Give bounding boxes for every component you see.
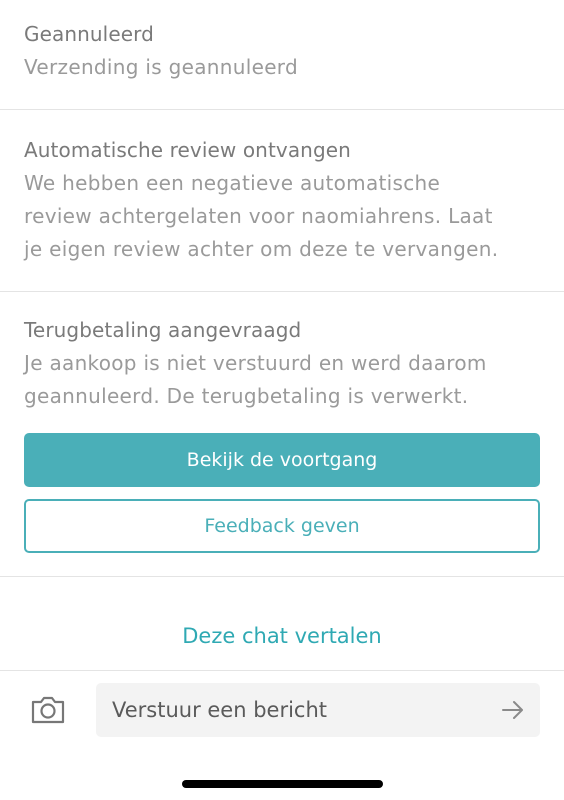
divider <box>0 109 564 110</box>
divider <box>0 670 564 671</box>
translate-chat-link[interactable]: Deze chat vertalen <box>0 616 564 656</box>
event-title: Terugbetaling aangevraagd <box>24 318 302 342</box>
message-input[interactable] <box>112 683 482 737</box>
event-title: Geannuleerd <box>24 22 154 46</box>
chat-screen: Geannuleerd Verzending is geannuleerd Au… <box>0 0 564 800</box>
divider <box>0 291 564 292</box>
divider <box>0 576 564 577</box>
event-body-line: geannuleerd. De terugbetaling is verwerk… <box>24 384 469 408</box>
event-body-line: We hebben een negatieve automatische <box>24 171 441 195</box>
event-refund-requested: Terugbetaling aangevraagd Je aankoop is … <box>0 314 564 413</box>
view-progress-button[interactable]: Bekijk de voortgang <box>24 433 540 487</box>
event-body-line: Verzending is geannuleerd <box>24 55 298 79</box>
event-auto-review: Automatische review ontvangen We hebben … <box>0 134 564 266</box>
message-composer <box>96 683 540 737</box>
camera-icon[interactable] <box>30 694 66 726</box>
event-title: Automatische review ontvangen <box>24 138 351 162</box>
event-body-line: review achtergelaten voor naomiahrens. L… <box>24 204 493 228</box>
give-feedback-button[interactable]: Feedback geven <box>24 499 540 553</box>
event-body-line: je eigen review achter om deze te vervan… <box>24 237 499 261</box>
home-indicator <box>182 780 383 788</box>
event-cancelled: Geannuleerd Verzending is geannuleerd <box>0 18 564 84</box>
arrow-right-icon[interactable] <box>500 698 526 722</box>
event-body-line: Je aankoop is niet verstuurd en werd daa… <box>24 351 487 375</box>
